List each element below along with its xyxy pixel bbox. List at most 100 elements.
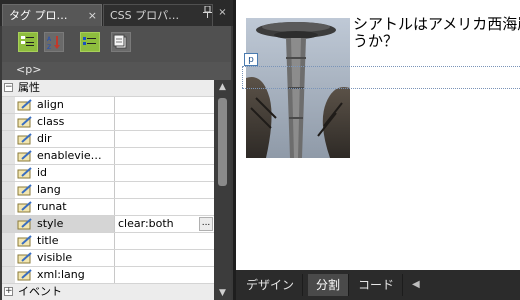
property-value[interactable]: [115, 148, 214, 164]
paragraph-outline-left: [242, 66, 243, 88]
property-value[interactable]: [115, 182, 214, 198]
tab-label: CSS プロパ…: [110, 9, 180, 22]
tab-label: タグ プロ…: [9, 9, 68, 22]
scroll-down-icon[interactable]: ▼: [214, 286, 231, 300]
row-gutter: [2, 165, 15, 181]
scroll-left-icon[interactable]: ◀: [412, 274, 420, 296]
tab-design[interactable]: デザイン: [238, 274, 304, 296]
property-row-runat[interactable]: runat: [2, 199, 214, 216]
view-mode-tabs: デザイン 分割 コード ◀: [236, 270, 520, 300]
svg-text:A: A: [47, 36, 52, 43]
property-name-cell: lang: [15, 182, 115, 198]
property-value[interactable]: [115, 233, 214, 249]
property-value[interactable]: [115, 97, 214, 113]
scroll-up-icon[interactable]: ▲: [214, 80, 231, 94]
paragraph-text[interactable]: シアトルはアメリカ西海岸 うか？: [353, 16, 520, 50]
scrollbar-thumb[interactable]: [218, 98, 227, 186]
property-icon: [17, 99, 32, 111]
property-row-align[interactable]: align: [2, 97, 214, 114]
property-name-cell: visible: [15, 250, 115, 266]
category-label: 属性: [18, 81, 40, 94]
property-icon: [17, 167, 32, 179]
property-name-cell: style: [15, 216, 115, 232]
property-name-cell: runat: [15, 199, 115, 215]
property-row-lang[interactable]: lang: [2, 182, 214, 199]
property-row-xml-lang[interactable]: xml:lang: [2, 267, 214, 284]
paragraph-line-2: うか？: [353, 32, 399, 50]
paragraph-outline-top: [242, 66, 520, 67]
style-value-field[interactable]: clear:both ...: [115, 216, 214, 232]
property-value[interactable]: [115, 199, 214, 215]
collapse-icon[interactable]: −: [4, 83, 13, 92]
property-name: enablevie…: [37, 149, 102, 162]
property-value[interactable]: [115, 165, 214, 181]
property-grid: − 属性 align class dir enablevie… id lang …: [2, 80, 214, 300]
property-icon: [17, 218, 32, 230]
property-name: class: [37, 115, 65, 128]
row-gutter: [2, 267, 15, 283]
property-icon: [17, 235, 32, 247]
show-set-properties-icon[interactable]: [80, 32, 100, 52]
property-icon: [17, 184, 32, 196]
panel-close-icon[interactable]: ×: [217, 6, 228, 20]
property-name-cell: xml:lang: [15, 267, 115, 283]
property-row-dir[interactable]: dir: [2, 131, 214, 148]
row-gutter: [2, 182, 15, 198]
svg-text:Z: Z: [47, 44, 51, 50]
property-row-visible[interactable]: visible: [2, 250, 214, 267]
property-name-cell: title: [15, 233, 115, 249]
property-row-id[interactable]: id: [2, 165, 214, 182]
paragraph-tag-marker[interactable]: p: [244, 53, 258, 66]
property-pages-icon[interactable]: [111, 32, 131, 52]
property-name: align: [37, 98, 64, 111]
property-value[interactable]: [115, 267, 214, 283]
paragraph-line-1: シアトルはアメリカ西海岸: [353, 15, 520, 33]
property-value: clear:both: [118, 217, 174, 230]
design-surface[interactable]: シアトルはアメリカ西海岸 うか？ p: [236, 0, 520, 270]
row-gutter: [2, 250, 15, 266]
property-row-enableviewstate[interactable]: enablevie…: [2, 148, 214, 165]
close-icon[interactable]: ×: [88, 5, 97, 26]
expand-icon[interactable]: +: [4, 287, 13, 296]
tab-css-properties[interactable]: CSS プロパ…: [103, 4, 213, 26]
property-value[interactable]: [115, 250, 214, 266]
property-name: runat: [37, 200, 67, 213]
row-gutter: [2, 131, 15, 147]
property-name: title: [37, 234, 59, 247]
property-name-cell: dir: [15, 131, 115, 147]
property-value[interactable]: [115, 114, 214, 130]
property-icon: [17, 116, 32, 128]
pin-icon[interactable]: [202, 5, 213, 20]
property-grid-scrollbar[interactable]: ▲ ▼: [214, 80, 231, 300]
category-events[interactable]: + イベント: [2, 284, 214, 300]
document-editor: シアトルはアメリカ西海岸 うか？ p デザイン 分割 コード ◀: [236, 0, 520, 300]
row-gutter: [2, 233, 15, 249]
property-row-title[interactable]: title: [2, 233, 214, 250]
property-name: dir: [37, 132, 52, 145]
category-attributes[interactable]: − 属性: [2, 80, 214, 97]
row-gutter: [2, 114, 15, 130]
property-icon: [17, 201, 32, 213]
property-name: style: [37, 217, 64, 230]
property-row-class[interactable]: class: [2, 114, 214, 131]
tag-properties-panel: タグ プロ… × CSS プロパ… × AZ <p> − 属性 align cl…: [0, 0, 233, 300]
property-value[interactable]: [115, 131, 214, 147]
categorized-view-icon[interactable]: [18, 32, 38, 52]
property-name-cell: align: [15, 97, 115, 113]
property-icon: [17, 269, 32, 281]
property-name-cell: class: [15, 114, 115, 130]
category-label: イベント: [18, 285, 62, 298]
property-row-style[interactable]: style clear:both ...: [2, 216, 214, 233]
tab-tag-properties[interactable]: タグ プロ… ×: [2, 4, 102, 26]
ellipsis-button[interactable]: ...: [199, 217, 213, 231]
property-name-cell: id: [15, 165, 115, 181]
property-name: xml:lang: [37, 268, 85, 281]
sort-alphabetical-icon[interactable]: AZ: [44, 32, 64, 52]
tab-code[interactable]: コード: [350, 274, 404, 296]
property-name: lang: [37, 183, 61, 196]
property-name: visible: [37, 251, 73, 264]
row-gutter: [2, 97, 15, 113]
tab-split[interactable]: 分割: [308, 274, 350, 296]
row-gutter: [2, 216, 15, 232]
property-icon: [17, 252, 32, 264]
